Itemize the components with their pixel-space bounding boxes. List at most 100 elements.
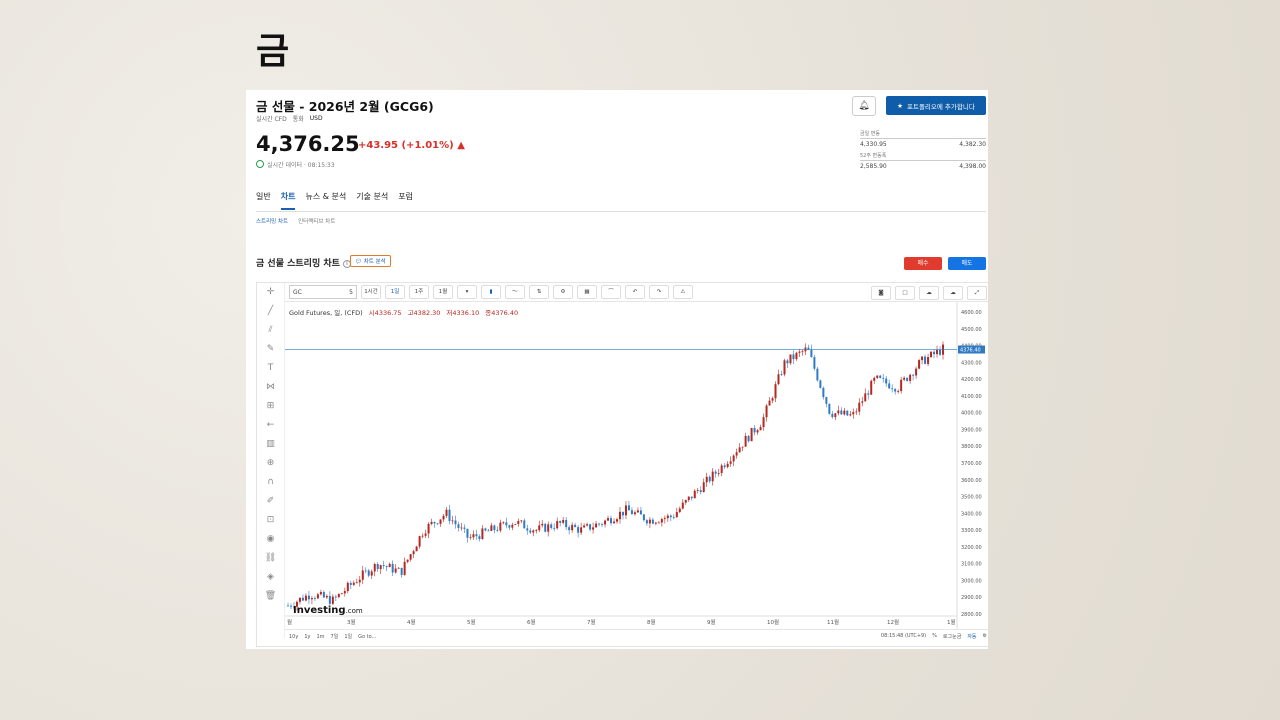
measure-icon[interactable]: ⊞ <box>257 397 284 416</box>
interval-1d[interactable]: 1일 <box>385 285 405 299</box>
lock-icon[interactable]: ⊡ <box>257 511 284 530</box>
y-tick-label: 3900.00 <box>961 427 982 433</box>
subtab-interactive[interactable]: 인터랙티브 차트 <box>298 217 335 225</box>
candle-body <box>538 525 541 531</box>
trash-icon[interactable]: 🗑︎ <box>257 587 284 606</box>
buy-button[interactable]: 매수 <box>904 257 942 270</box>
range-1y[interactable]: 1y <box>304 634 310 640</box>
undo-icon[interactable]: ↶ <box>625 285 645 299</box>
candle-body <box>702 482 705 493</box>
candle-body <box>792 354 795 360</box>
candle-body <box>454 520 457 525</box>
day-low: 4,330.95 <box>860 141 887 148</box>
chart-analysis-button[interactable]: 💬︎ 차트 분석 <box>350 255 391 267</box>
range-1m[interactable]: 1m <box>316 634 324 640</box>
interval-1h[interactable]: 1시간 <box>361 285 381 299</box>
replay-icon[interactable]: ⌒ <box>601 285 621 299</box>
back-arrow-icon[interactable]: ← <box>257 416 284 435</box>
price-chart[interactable]: 4600.004500.004400.004300.004200.004100.… <box>285 302 987 629</box>
range-7d[interactable]: 7일 <box>331 633 339 640</box>
x-tick-label: 1월 <box>947 618 956 626</box>
interval-dropdown-icon[interactable]: ▾ <box>457 285 477 299</box>
interval-1m[interactable]: 1월 <box>433 285 453 299</box>
candle-body <box>529 530 532 533</box>
candle-body <box>828 403 831 414</box>
layers-icon[interactable]: ◈ <box>257 568 284 587</box>
tab-technical[interactable]: 기술 분석 <box>356 191 388 210</box>
pattern-icon[interactable]: ⋈ <box>257 378 284 397</box>
tab-general[interactable]: 일반 <box>256 191 271 210</box>
candle-body <box>313 598 316 599</box>
alert-icon[interactable]: ⚠ <box>673 285 693 299</box>
candle-body <box>505 522 508 526</box>
slide-title: 금 <box>256 31 290 72</box>
tab-news[interactable]: 뉴스 & 분석 <box>305 191 346 210</box>
y-tick-label: 3000.00 <box>961 578 982 584</box>
candle-style-icon[interactable]: ▮ <box>481 285 501 299</box>
candle-body <box>421 535 424 537</box>
candle-body <box>451 520 454 522</box>
sell-button[interactable]: 매도 <box>948 257 986 270</box>
compare-icon[interactable]: ⇅ <box>529 285 549 299</box>
candle-body <box>532 530 535 533</box>
candle-body <box>672 517 675 519</box>
candle-body <box>301 597 304 601</box>
layout-icon[interactable]: □ <box>895 286 915 300</box>
range-1d[interactable]: 1일 <box>344 633 352 640</box>
zoom-icon[interactable]: ⊕ <box>257 454 284 473</box>
candle-body <box>586 524 589 526</box>
eye-icon[interactable]: ◉ <box>257 530 284 549</box>
crosshair-icon[interactable]: ✛ <box>257 283 284 302</box>
auto-toggle[interactable]: 자동 <box>967 633 976 640</box>
candle-body <box>711 471 714 482</box>
templates-icon[interactable]: ▦ <box>577 285 597 299</box>
candle-body <box>373 563 376 572</box>
goto-button[interactable]: Go to... <box>358 634 376 640</box>
candle-body <box>921 356 924 361</box>
y-tick-label: 3100.00 <box>961 562 982 568</box>
link-icon[interactable]: ⛓︎ <box>257 549 284 568</box>
candle-body <box>316 594 319 599</box>
symbol-input[interactable]: GC 5 <box>289 285 357 299</box>
magnet-icon[interactable]: ∩ <box>257 473 284 492</box>
trendline-icon[interactable]: ╱ <box>257 302 284 321</box>
fullscreen-icon[interactable]: ⤢ <box>967 286 987 300</box>
pencil-lock-icon[interactable]: ✐ <box>257 492 284 511</box>
camera-icon[interactable]: ◙ <box>871 286 891 300</box>
x-tick-label: 5월 <box>467 618 476 626</box>
candle-body <box>663 518 666 520</box>
pitchfork-icon[interactable]: ⫽ <box>257 321 284 340</box>
percent-toggle[interactable]: % <box>932 633 937 640</box>
candle-body <box>577 527 580 533</box>
text-icon[interactable]: T <box>257 359 284 378</box>
interval-1w[interactable]: 1주 <box>409 285 429 299</box>
redo-icon[interactable]: ↷ <box>649 285 669 299</box>
candle-body <box>340 593 343 595</box>
candle-body <box>687 496 690 501</box>
brush-icon[interactable]: ✎ <box>257 340 284 359</box>
candle-body <box>514 523 517 525</box>
subtab-streaming[interactable]: 스트리밍 차트 <box>256 217 288 225</box>
realtime-cfd-label[interactable]: 실시간 CFD <box>256 114 287 123</box>
candle-body <box>385 566 388 568</box>
alert-bell-button[interactable]: 🔔︎ <box>852 96 876 116</box>
cloud-save-icon[interactable]: ☁ <box>943 286 963 300</box>
candle-body <box>939 349 942 355</box>
candle-body <box>580 527 583 533</box>
range-10y[interactable]: 10y <box>289 634 298 640</box>
indicator-icon[interactable]: 〜 <box>505 285 525 299</box>
candle-body <box>642 514 645 521</box>
candle-body <box>873 377 876 381</box>
candle-body <box>460 527 463 529</box>
candle-body <box>669 515 672 518</box>
sub-tabs: 스트리밍 차트 인터랙티브 차트 <box>256 217 335 225</box>
log-toggle[interactable]: 로그눈금 <box>943 633 961 640</box>
add-to-portfolio-button[interactable]: ★ 포트폴리오에 추가합니다 <box>886 96 986 115</box>
cloud-load-icon[interactable]: ☁ <box>919 286 939 300</box>
candle-body <box>870 380 873 395</box>
ruler-icon[interactable]: ▥ <box>257 435 284 454</box>
settings-icon[interactable]: ⚙ <box>553 285 573 299</box>
tab-chart[interactable]: 차트 <box>280 191 296 210</box>
tab-forum[interactable]: 포럼 <box>398 191 413 210</box>
gear-icon[interactable]: ⚙ <box>983 633 987 640</box>
